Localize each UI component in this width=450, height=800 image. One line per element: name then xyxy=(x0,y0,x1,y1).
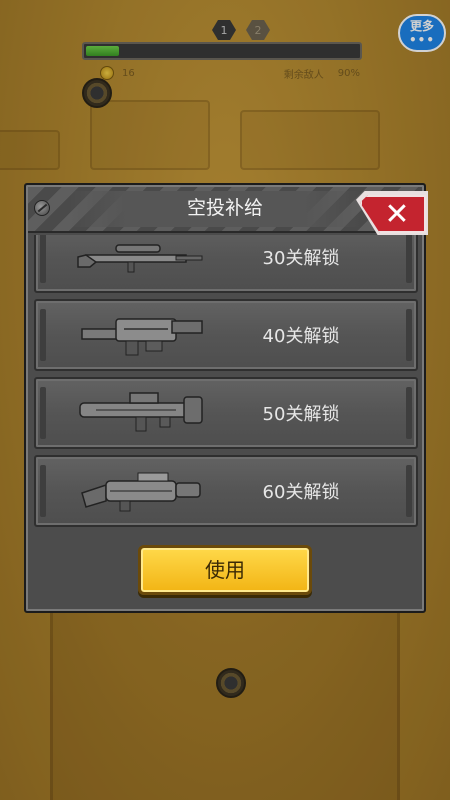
weapon-item[interactable]: 60关解锁 xyxy=(34,455,418,527)
unlock-requirement: 60关解锁 xyxy=(262,482,340,503)
unlock-requirement: 30关解锁 xyxy=(262,248,340,269)
airdrop-supply-dialog: 空投补给 ✕ 30关解锁 40关解锁 50关解锁 60关解锁 使用 xyxy=(24,183,428,613)
weapon-list[interactable]: 30关解锁 40关解锁 50关解锁 60关解锁 xyxy=(34,235,418,527)
sniper-rifle-icon xyxy=(77,244,203,273)
unlock-requirement: 40关解锁 xyxy=(262,326,340,347)
use-button[interactable]: 使用 xyxy=(138,545,312,595)
heavy-rifle-icon xyxy=(81,318,203,356)
rocket-launcher-icon xyxy=(79,392,203,432)
close-icon: ✕ xyxy=(384,196,410,232)
weapon-item[interactable]: 50关解锁 xyxy=(34,377,418,449)
weapon-item[interactable]: 30关解锁 xyxy=(34,235,418,293)
unlock-requirement: 50关解锁 xyxy=(262,404,340,425)
plasma-rifle-icon xyxy=(81,472,201,512)
weapon-item[interactable]: 40关解锁 xyxy=(34,299,418,371)
